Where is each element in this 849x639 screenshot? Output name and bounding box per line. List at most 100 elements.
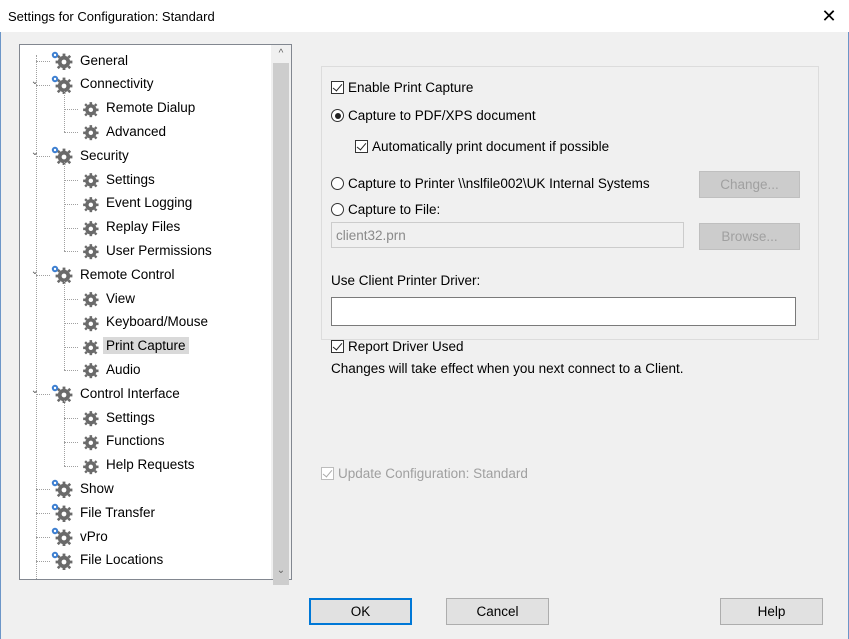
settings-gear-icon: [83, 434, 99, 450]
chevron-down-icon[interactable]: ⌄: [30, 267, 40, 277]
tree-connector: [64, 370, 78, 372]
tree-item-user-permissions[interactable]: User Permissions: [78, 239, 215, 261]
tree-connector: [64, 322, 78, 324]
tree-item-event-logging[interactable]: Event Logging: [78, 192, 195, 214]
radio-unselected-icon[interactable]: [331, 177, 344, 190]
tree-connector: [64, 180, 78, 181]
tree-item-general[interactable]: General: [50, 49, 131, 71]
tree-item-label: Show: [80, 480, 114, 496]
settings-tree[interactable]: General Connectivity ⌄ Remote Dialup Adv…: [19, 44, 292, 580]
capture-pdf-radio[interactable]: Capture to PDF/XPS document: [331, 108, 536, 123]
tree-item-label: File Locations: [80, 552, 164, 568]
tree-item-vpro[interactable]: vPro: [50, 525, 111, 547]
tree-item-label: Replay Files: [106, 219, 181, 235]
window-title: Settings for Configuration: Standard: [8, 9, 215, 24]
cancel-button[interactable]: Cancel: [446, 598, 549, 625]
tree-item-label: Help Requests: [106, 457, 195, 473]
browse-button[interactable]: Browse...: [699, 223, 800, 250]
settings-gear-icon: [51, 503, 73, 523]
tree-connector: [64, 162, 65, 252]
tree-item-replay-files[interactable]: Replay Files: [78, 216, 183, 238]
auto-print-checkbox[interactable]: Automatically print document if possible: [355, 139, 609, 154]
tree-item-show[interactable]: Show: [50, 477, 117, 499]
capture-file-input[interactable]: client32.prn: [331, 222, 684, 248]
changes-notice: Changes will take effect when you next c…: [331, 361, 684, 376]
settings-gear-icon: [83, 292, 99, 308]
settings-gear-icon: [51, 384, 73, 404]
tree-item-functions[interactable]: Functions: [78, 430, 168, 452]
tree-item-advanced[interactable]: Advanced: [78, 120, 169, 142]
scroll-down-icon[interactable]: ⌄: [271, 562, 291, 579]
capture-printer-radio[interactable]: Capture to Printer \\nslfile002\UK Inter…: [331, 176, 650, 191]
settings-gear-icon: [51, 480, 73, 499]
tree-item-label: User Permissions: [106, 242, 212, 258]
tree-item-remote-dialup[interactable]: Remote Dialup: [78, 97, 198, 119]
tree-item-label: Security: [80, 147, 129, 163]
tree-connector: [64, 346, 78, 348]
tree-item-label: Audio: [106, 361, 141, 377]
tree-item-audio[interactable]: Audio: [78, 358, 144, 380]
settings-gear-icon: [83, 101, 99, 117]
ok-button[interactable]: OK: [309, 598, 412, 625]
enable-print-capture-checkbox[interactable]: Enable Print Capture: [331, 80, 473, 95]
help-button[interactable]: Help: [720, 598, 823, 625]
settings-gear-icon: [83, 244, 99, 260]
tree-scrollbar[interactable]: ^ ⌄: [271, 45, 291, 585]
tree-item-remote-control[interactable]: Remote Control: [50, 263, 178, 285]
tree-connector: [64, 251, 78, 253]
checkbox-checked-icon[interactable]: [321, 467, 334, 480]
change-button[interactable]: Change...: [699, 171, 800, 198]
scroll-up-icon[interactable]: ^: [271, 45, 291, 62]
tree-connector: [64, 441, 78, 443]
tree-item-label: Remote Dialup: [106, 100, 196, 116]
tree-item-security[interactable]: Security: [50, 144, 132, 166]
tree-item-label: General: [80, 52, 129, 68]
client-driver-input[interactable]: [331, 297, 796, 326]
checkbox-checked-icon[interactable]: [331, 340, 344, 353]
tree-item-label: Functions: [106, 433, 165, 449]
update-configuration-checkbox[interactable]: Update Configuration: Standard: [321, 466, 528, 481]
scroll-thumb[interactable]: [273, 63, 289, 585]
tree-connector: [36, 489, 50, 491]
chevron-down-icon[interactable]: ⌄: [30, 386, 40, 396]
tree-item-print-capture[interactable]: Print Capture: [78, 335, 189, 357]
tree-item-view[interactable]: View: [78, 287, 138, 309]
tree-connector: [64, 203, 78, 205]
settings-gear-icon: [83, 411, 99, 427]
settings-gear-icon: [51, 146, 73, 166]
tree-item-connectivity[interactable]: Connectivity: [50, 73, 157, 95]
radio-unselected-icon[interactable]: [331, 203, 344, 216]
settings-gear-icon: [83, 363, 99, 379]
capture-file-label: Capture to File:: [348, 202, 441, 217]
tree-item-settings[interactable]: Settings: [78, 168, 158, 190]
tree-item-label: View: [106, 290, 136, 306]
capture-printer-label: Capture to Printer \\nslfile002\UK Inter…: [348, 176, 650, 191]
chevron-down-icon[interactable]: ⌄: [30, 148, 40, 158]
tree-item-label: Control Interface: [80, 385, 180, 401]
settings-gear-icon: [83, 458, 99, 474]
close-button[interactable]: ✕: [809, 0, 849, 32]
checkbox-checked-icon[interactable]: [331, 81, 344, 94]
chevron-down-icon[interactable]: ⌄: [30, 76, 40, 87]
tree-item-help-requests[interactable]: Help Requests: [78, 454, 198, 476]
radio-selected-icon[interactable]: [331, 109, 344, 122]
tree-item-label: File Transfer: [80, 504, 156, 520]
tree-item-control-interface[interactable]: Control Interface: [50, 382, 183, 404]
report-driver-checkbox[interactable]: Report Driver Used: [331, 339, 464, 354]
tree-item-file-locations[interactable]: File Locations: [50, 549, 166, 571]
tree-connector: [64, 132, 78, 134]
tree-item-keyboard-mouse[interactable]: Keyboard/Mouse: [78, 311, 211, 333]
tree-connector: [64, 90, 65, 133]
tree-item-file-transfer[interactable]: File Transfer: [50, 501, 158, 523]
tree-item-label: Settings: [106, 171, 155, 187]
enable-print-capture-label: Enable Print Capture: [348, 80, 474, 95]
checkbox-checked-icon[interactable]: [355, 140, 368, 153]
tree-item-settings[interactable]: Settings: [78, 406, 158, 428]
report-driver-label: Report Driver Used: [348, 339, 464, 354]
tree-connector: [36, 513, 50, 515]
settings-gear-icon: [83, 339, 99, 355]
capture-file-radio[interactable]: Capture to File:: [331, 202, 440, 217]
client-driver-label: Use Client Printer Driver:: [331, 273, 481, 288]
tree-connector: [64, 227, 78, 229]
settings-gear-icon: [83, 315, 99, 331]
